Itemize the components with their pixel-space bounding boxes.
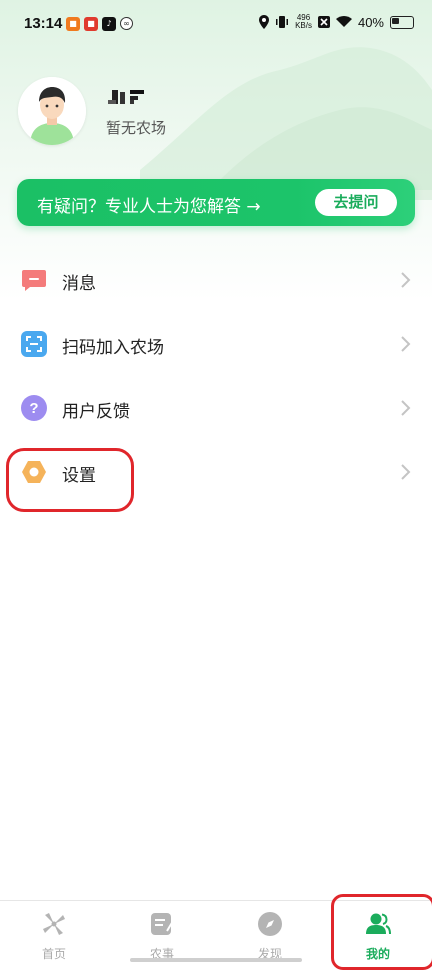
wifi-icon [335, 16, 352, 27]
link-icon: ∞ [120, 17, 133, 30]
home-indicator [130, 958, 302, 962]
tab-label: 首页 [41, 947, 66, 961]
menu-item-scan-join-farm[interactable]: 扫码加入农场 [0, 315, 432, 375]
chevron-right-icon [401, 336, 411, 352]
ask-question-button[interactable]: 去提问 [315, 189, 397, 216]
battery-icon [390, 15, 414, 29]
tiktok-icon: ♪ [102, 17, 116, 31]
tab-farm-work[interactable]: 农事 [108, 901, 216, 965]
status-bar: 13:14 ■ ■ ♪ ∞ 496 KB/s 40% [0, 0, 432, 50]
banner-text: 有疑问？专业人士为您解答 → [37, 197, 261, 217]
status-time: 13:14 [24, 15, 63, 32]
menu-label: 用户反馈 [62, 402, 130, 422]
menu-label: 消息 [62, 274, 96, 294]
farm-status: 暂无农场 [106, 119, 167, 137]
message-icon [22, 270, 46, 291]
app-icon-orange: ■ [66, 17, 80, 31]
tab-discover[interactable]: 发现 [216, 901, 324, 965]
tab-home[interactable]: 首页 [0, 901, 108, 965]
battery-level: 40% [357, 14, 384, 30]
sim-off-icon [317, 16, 330, 28]
menu-item-feedback[interactable]: ? 用户反馈 [0, 379, 432, 439]
scan-icon [21, 331, 47, 357]
notes-icon [151, 913, 174, 935]
ask-question-banner[interactable]: 有疑问？专业人士为您解答 → 去提问 [17, 179, 415, 226]
compass-icon [258, 912, 282, 936]
status-right: 496 KB/s 40% [259, 14, 414, 30]
annotation-box-settings [6, 448, 134, 512]
avatar[interactable] [18, 77, 86, 145]
menu-label: 扫码加入农场 [62, 338, 164, 358]
notification-icons: ■ ■ ♪ ∞ [66, 17, 133, 31]
question-icon: ? [21, 395, 47, 421]
chevron-right-icon [401, 400, 411, 416]
chevron-right-icon [401, 272, 411, 288]
network-speed: 496 KB/s [295, 13, 312, 30]
app-icon-red: ■ [84, 17, 98, 31]
annotation-box-mine-tab [331, 894, 432, 970]
menu-item-messages[interactable]: 消息 [0, 251, 432, 311]
windmill-icon [43, 913, 65, 935]
chevron-right-icon [401, 464, 411, 480]
vibrate-icon [276, 16, 289, 28]
svg-text:?: ? [29, 400, 38, 417]
user-name-obscured [108, 88, 148, 108]
location-icon [259, 15, 270, 29]
